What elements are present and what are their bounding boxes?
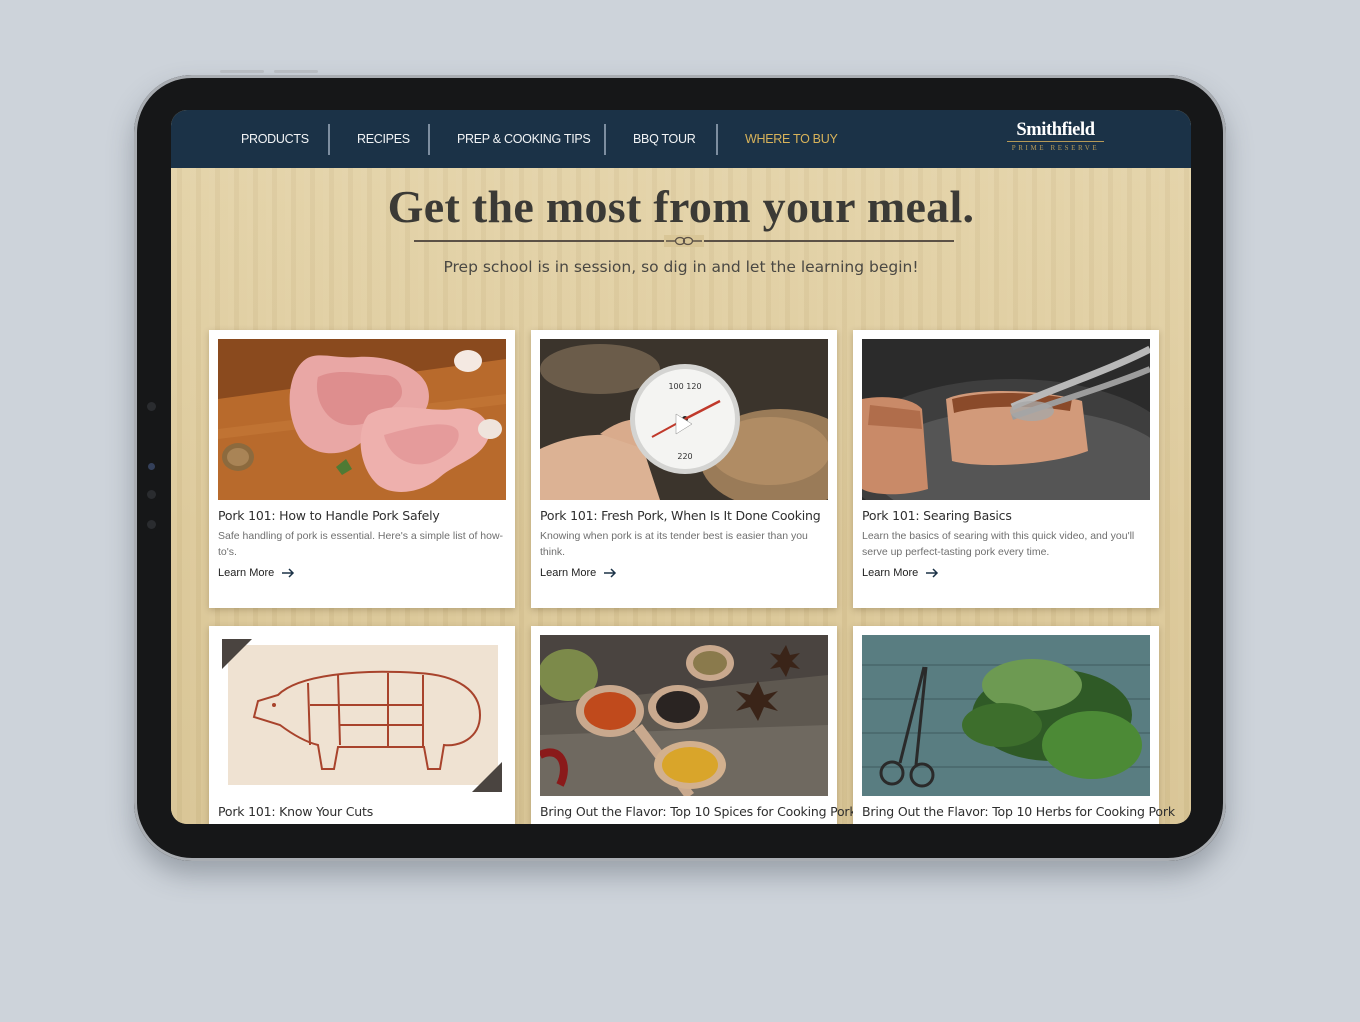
ornament-icon: [664, 235, 704, 247]
card-image[interactable]: 100 120 220: [540, 339, 828, 500]
article-card[interactable]: 100 120 220 Pork 101: Fresh Pork, When I…: [531, 330, 837, 608]
nav-item-recipes[interactable]: RECIPES: [357, 110, 410, 168]
learn-more-label: Learn More: [218, 567, 275, 579]
card-image[interactable]: [862, 339, 1150, 500]
nav-item-bbq-tour[interactable]: BBQ TOUR: [633, 110, 696, 168]
article-card[interactable]: Bring Out the Flavor: Top 10 Herbs for C…: [853, 626, 1175, 824]
page-headline: Get the most from your meal.: [387, 181, 975, 232]
card-image[interactable]: [540, 635, 828, 796]
article-card[interactable]: Pork 101: Know Your Cuts: [209, 626, 515, 824]
card-title[interactable]: Pork 101: Know Your Cuts: [218, 804, 510, 820]
learn-more-link[interactable]: Learn More: [540, 567, 617, 579]
svg-text:100 120: 100 120: [668, 382, 701, 391]
card-title[interactable]: Pork 101: Searing Basics: [862, 508, 1154, 524]
nav-divider: [604, 124, 606, 155]
device-sensor: [147, 520, 156, 529]
learn-more-label: Learn More: [540, 567, 597, 579]
card-title[interactable]: Bring Out the Flavor: Top 10 Spices for …: [540, 804, 857, 820]
card-title[interactable]: Pork 101: How to Handle Pork Safely: [218, 508, 510, 524]
device-button: [274, 70, 318, 73]
logo-tagline: PRIME RESERVE: [1007, 141, 1104, 153]
learn-more-link[interactable]: Learn More: [862, 567, 939, 579]
svg-text:220: 220: [677, 452, 692, 461]
arrow-right-icon: [604, 568, 617, 578]
learn-more-label: Learn More: [862, 567, 919, 579]
arrow-right-icon: [282, 568, 295, 578]
device-sensor: [147, 402, 156, 411]
nav-divider: [328, 124, 330, 155]
nav-item-where-to-buy[interactable]: WHERE TO BUY: [745, 110, 838, 168]
device-button: [220, 70, 264, 73]
top-navigation: PRODUCTS RECIPES PREP & COOKING TIPS BBQ…: [171, 110, 1191, 168]
card-image[interactable]: [218, 635, 506, 796]
card-description: Knowing when pork is at its tender best …: [540, 530, 808, 558]
smithfield-logo[interactable]: Smithfield PRIME RESERVE: [1003, 120, 1108, 160]
device-sensor: [147, 490, 156, 499]
tablet-screen: PRODUCTS RECIPES PREP & COOKING TIPS BBQ…: [171, 110, 1191, 824]
nav-divider: [428, 124, 430, 155]
nav-item-products[interactable]: PRODUCTS: [241, 110, 309, 168]
card-title[interactable]: Bring Out the Flavor: Top 10 Herbs for C…: [862, 804, 1175, 820]
nav-item-prep-cooking-tips[interactable]: PREP & COOKING TIPS: [457, 110, 591, 168]
arrow-right-icon: [926, 568, 939, 578]
logo-wordmark: Smithfield: [1016, 120, 1095, 140]
page-subhead: Prep school is in session, so dig in and…: [443, 258, 919, 276]
card-title[interactable]: Pork 101: Fresh Pork, When Is It Done Co…: [540, 508, 832, 524]
camera-icon: [148, 463, 155, 470]
card-image[interactable]: [218, 339, 506, 500]
learn-more-link[interactable]: Learn More: [218, 567, 295, 579]
card-image[interactable]: [862, 635, 1150, 796]
decorative-divider: [414, 235, 954, 247]
card-description: Safe handling of pork is essential. Here…: [218, 530, 504, 558]
article-card[interactable]: Pork 101: Searing Basics Learn the basic…: [853, 330, 1159, 608]
article-card[interactable]: Pork 101: How to Handle Pork Safely Safe…: [209, 330, 515, 608]
nav-divider: [716, 124, 718, 155]
card-description: Learn the basics of searing with this qu…: [862, 530, 1135, 558]
article-card[interactable]: Bring Out the Flavor: Top 10 Spices for …: [531, 626, 857, 824]
